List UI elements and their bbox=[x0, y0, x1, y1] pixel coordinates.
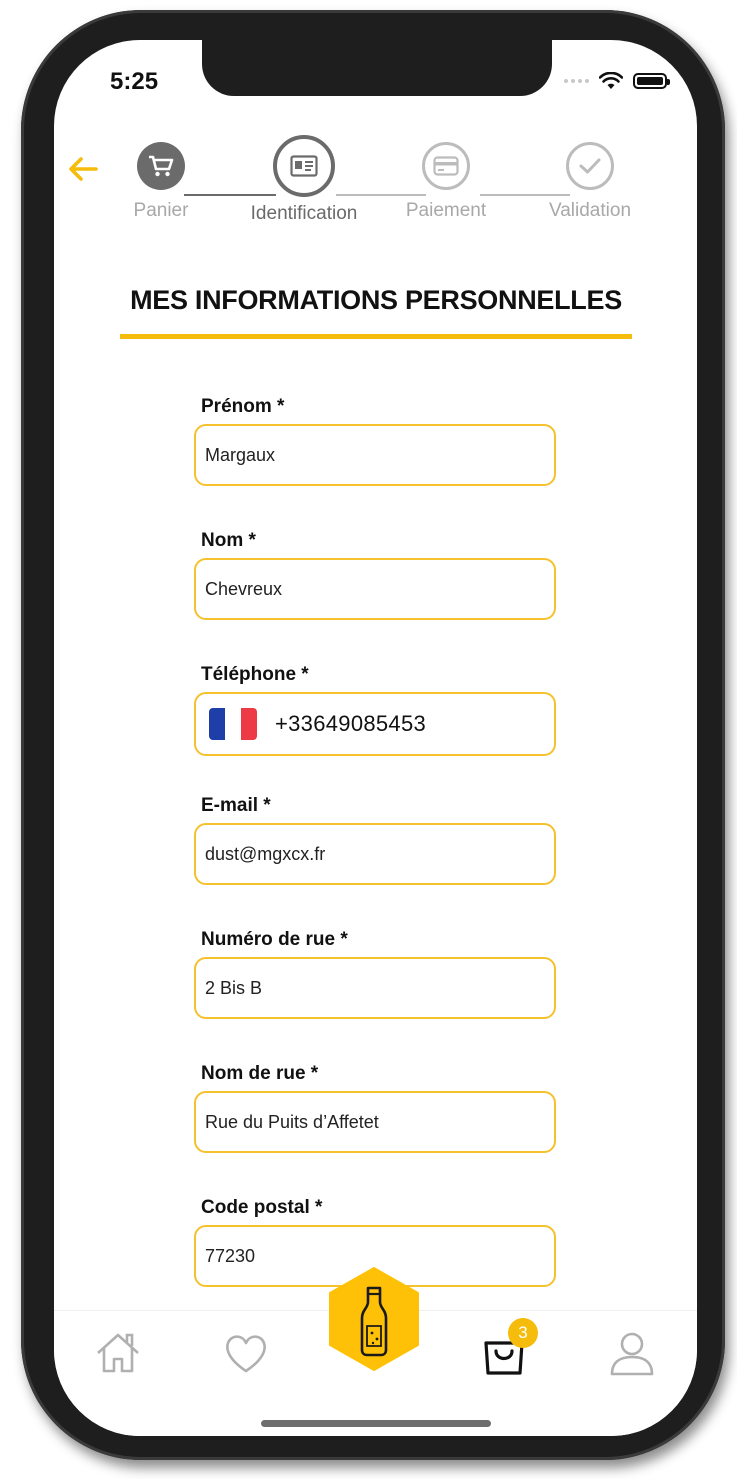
field-label: Prénom * bbox=[201, 396, 285, 417]
checkout-stepper: Panier Identification Paiement Validatio… bbox=[54, 132, 697, 242]
france-flag-icon[interactable] bbox=[209, 708, 257, 740]
first-name-input[interactable]: Margaux bbox=[194, 424, 556, 486]
field-label: E-mail * bbox=[201, 795, 271, 816]
step-validation[interactable]: Validation bbox=[520, 142, 660, 222]
input-value: +33649085453 bbox=[275, 711, 427, 736]
input-value: dust@mgxcx.fr bbox=[205, 843, 326, 864]
street-name-input[interactable]: Rue du Puits d’Affetet bbox=[194, 1091, 556, 1153]
cart-icon bbox=[137, 142, 185, 190]
title-underline bbox=[120, 334, 632, 339]
app-screen: 5:25 Panier Identification Paiement Vali… bbox=[54, 40, 697, 1436]
battery-icon bbox=[633, 73, 670, 89]
last-name-field: Nom * Chevreux bbox=[194, 530, 556, 620]
field-label: Numéro de rue * bbox=[201, 929, 348, 950]
step-label: Panier bbox=[133, 200, 189, 221]
step-paiement[interactable]: Paiement bbox=[376, 142, 516, 222]
section-title: MES INFORMATIONS PERSONNELLES bbox=[130, 285, 622, 315]
street-name-field: Nom de rue * Rue du Puits d’Affetet bbox=[194, 1063, 556, 1153]
email-input[interactable]: dust@mgxcx.fr bbox=[194, 823, 556, 885]
first-name-field: Prénom * Margaux bbox=[194, 396, 556, 486]
bottle-icon[interactable] bbox=[326, 1266, 422, 1372]
field-label: Nom de rue * bbox=[201, 1063, 319, 1084]
field-label: Téléphone * bbox=[201, 664, 309, 685]
input-value: Rue du Puits d’Affetet bbox=[205, 1111, 379, 1132]
step-label: Paiement bbox=[405, 200, 487, 221]
step-label: Validation bbox=[548, 200, 632, 221]
home-indicator[interactable] bbox=[261, 1420, 491, 1427]
input-value: Margaux bbox=[205, 444, 276, 465]
input-value: 2 Bis B bbox=[205, 977, 263, 998]
step-label: Identification bbox=[250, 203, 358, 224]
wifi-icon bbox=[599, 72, 623, 89]
status-time: 5:25 bbox=[110, 68, 159, 95]
step-panier[interactable]: Panier bbox=[91, 142, 231, 222]
phone-input[interactable]: +33649085453 bbox=[194, 692, 556, 756]
credit-card-icon bbox=[422, 142, 470, 190]
status-icons bbox=[564, 72, 670, 90]
user-icon[interactable] bbox=[608, 1329, 656, 1377]
last-name-input[interactable]: Chevreux bbox=[194, 558, 556, 620]
notch bbox=[202, 40, 552, 96]
id-card-icon bbox=[273, 135, 335, 197]
street-number-input[interactable]: 2 Bis B bbox=[194, 957, 556, 1019]
field-label: Nom * bbox=[201, 530, 256, 551]
signal-icon bbox=[564, 79, 589, 83]
input-value: Chevreux bbox=[205, 578, 283, 599]
input-value: 77230 bbox=[205, 1245, 256, 1266]
phone-field: Téléphone * +33649085453 bbox=[194, 664, 556, 756]
heart-icon[interactable] bbox=[222, 1329, 270, 1377]
street-number-field: Numéro de rue * 2 Bis B bbox=[194, 929, 556, 1019]
home-icon[interactable] bbox=[94, 1329, 142, 1377]
cart-badge: 3 bbox=[508, 1318, 538, 1348]
email-field: E-mail * dust@mgxcx.fr bbox=[194, 795, 556, 885]
checkmark-icon bbox=[566, 142, 614, 190]
phone-frame: 5:25 Panier Identification Paiement Vali… bbox=[21, 10, 725, 1460]
field-label: Code postal * bbox=[201, 1197, 323, 1218]
step-identification[interactable]: Identification bbox=[234, 135, 374, 225]
